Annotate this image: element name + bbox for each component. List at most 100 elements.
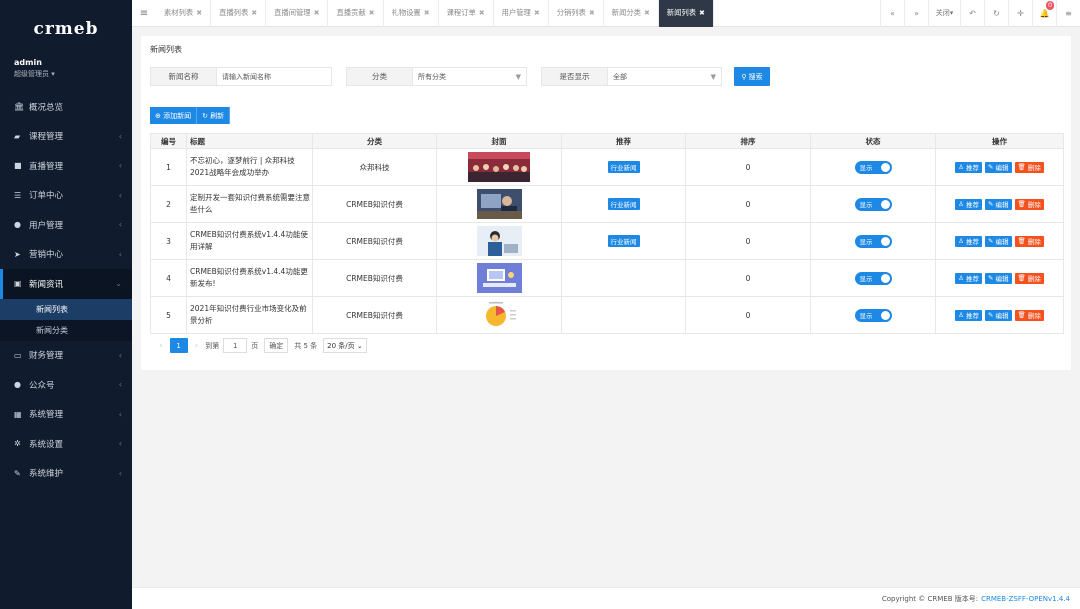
recommend-button[interactable]: ♙ 推荐 [955, 236, 982, 247]
menu-icon[interactable]: ≡ [1056, 0, 1080, 27]
edit-button[interactable]: ✎ 编辑 [985, 236, 1012, 247]
tab-label: 用户管理 [502, 8, 531, 18]
cover-image[interactable] [477, 226, 522, 256]
tab-material-list[interactable]: 素材列表✖ [156, 0, 211, 27]
chevron-left-icon: ‹ [119, 410, 122, 419]
prev-page-icon[interactable]: ‹ [159, 341, 163, 351]
sidebar-item-news[interactable]: ▣新闻资讯⌄ [0, 269, 132, 299]
cover-image[interactable] [477, 189, 522, 219]
scroll-right-icon[interactable]: » [904, 0, 928, 27]
sidebar-item-marketing[interactable]: ➤营销中心‹ [0, 240, 132, 270]
tab-live-list[interactable]: 直播列表✖ [211, 0, 266, 27]
thumb-icon: ♙ [958, 274, 966, 282]
recommend-button[interactable]: ♙ 推荐 [955, 273, 982, 284]
sidebar-item-orders[interactable]: ☰订单中心‹ [0, 181, 132, 211]
tab-news-list[interactable]: 新闻列表✖ [659, 0, 714, 27]
next-page-icon[interactable]: › [195, 341, 199, 351]
edit-button[interactable]: ✎ 编辑 [985, 162, 1012, 173]
sidebar-subitem-news-category[interactable]: 新闻分类 [0, 320, 132, 341]
sidebar-item-system[interactable]: ▦系统管理‹ [0, 400, 132, 430]
page-current[interactable]: 1 [170, 338, 188, 353]
tab-distribution-list[interactable]: 分销列表✖ [549, 0, 604, 27]
sidebar-subitem-news-list[interactable]: 新闻列表 [0, 299, 132, 320]
cell-sort: 0 [686, 297, 811, 334]
status-toggle[interactable]: 显示 [855, 198, 892, 211]
tab-live-contribution[interactable]: 直播贡献✖ [328, 0, 383, 27]
cover-image[interactable] [477, 300, 522, 330]
sidebar-item-settings[interactable]: ✲系统设置‹ [0, 429, 132, 459]
table-row: 5 2021年知识付费行业市场变化及前景分析 CRMEB知识付费 [151, 297, 1064, 334]
refresh-button[interactable]: ↻ 刷新 [197, 107, 230, 124]
edit-button[interactable]: ✎ 编辑 [985, 310, 1012, 321]
sidebar-item-course[interactable]: ▰课程管理‹ [0, 122, 132, 152]
delete-button[interactable]: 🗑 删除 [1015, 162, 1044, 173]
close-icon[interactable]: ✖ [424, 9, 430, 17]
close-icon[interactable]: ✖ [369, 9, 375, 17]
tab-user-management[interactable]: 用户管理✖ [494, 0, 549, 27]
cover-image[interactable] [477, 263, 522, 293]
close-icon[interactable]: ✖ [251, 9, 257, 17]
status-toggle[interactable]: 显示 [855, 272, 892, 285]
cell-title: 定制开发一套知识付费系统需要注意些什么 [187, 186, 313, 223]
edit-button[interactable]: ✎ 编辑 [985, 273, 1012, 284]
sidebar-item-label: 公众号 [29, 379, 119, 391]
page-confirm-button[interactable]: 确定 [264, 338, 288, 353]
sidebar-item-label: 用户管理 [29, 219, 119, 231]
cell-recommend [562, 260, 686, 297]
search-button[interactable]: ⚲ 搜索 [734, 67, 770, 86]
tab-label: 素材列表 [164, 8, 193, 18]
close-icon[interactable]: ✖ [196, 9, 202, 17]
fullscreen-icon[interactable]: ✛ [1008, 0, 1032, 27]
sidebar-item-overview[interactable]: 🏛概况总览 [0, 92, 132, 122]
close-icon[interactable]: ✖ [534, 9, 540, 17]
sidebar-item-maintenance[interactable]: ✎系统维护‹ [0, 459, 132, 489]
delete-button[interactable]: 🗑 删除 [1015, 236, 1044, 247]
close-icon[interactable]: ✖ [479, 9, 485, 17]
close-tabs-dropdown[interactable]: 关闭▾ [928, 0, 960, 27]
close-icon[interactable]: ✖ [589, 9, 595, 17]
sidebar-item-users[interactable]: ●用户管理‹ [0, 210, 132, 240]
close-icon[interactable]: ✖ [699, 9, 705, 17]
chevron-down-icon: ⌄ [357, 342, 363, 350]
show-select[interactable]: 全部▼ [608, 68, 721, 85]
version-link[interactable]: CRMEB-ZSFF-OPENv1.4.4 [981, 595, 1070, 603]
user-role[interactable]: 超级管理员 ▾ [14, 69, 118, 79]
close-icon[interactable]: ✖ [314, 9, 320, 17]
recommend-button[interactable]: ♙ 推荐 [955, 199, 982, 210]
recommend-button[interactable]: ♙ 推荐 [955, 162, 982, 173]
cell-title: 不忘初心，逐梦前行 | 众邦科技2021战略年会成功举办 [187, 149, 313, 186]
name-input[interactable]: 请输入新闻名称 [217, 68, 331, 85]
page-size-select[interactable]: 20 条/页 ⌄ [323, 338, 367, 353]
recommend-tag: 行业新闻 [608, 235, 640, 247]
edit-button[interactable]: ✎ 编辑 [985, 199, 1012, 210]
back-icon[interactable]: ↶ [960, 0, 984, 27]
refresh-icon[interactable]: ↻ [984, 0, 1008, 27]
notification-bell-icon[interactable]: 🔔0 [1032, 0, 1056, 27]
scroll-left-icon[interactable]: « [880, 0, 904, 27]
status-toggle[interactable]: 显示 [855, 309, 892, 322]
status-toggle[interactable]: 显示 [855, 161, 892, 174]
tab-news-category[interactable]: 新闻分类✖ [604, 0, 659, 27]
status-toggle[interactable]: 显示 [855, 235, 892, 248]
sidebar-item-live[interactable]: ■直播管理‹ [0, 151, 132, 181]
pencil-icon: ✎ [988, 274, 996, 282]
page-input[interactable]: 1 [223, 338, 247, 353]
tab-live-room[interactable]: 直播间管理✖ [266, 0, 328, 27]
sidebar-item-finance[interactable]: ▭财务管理‹ [0, 341, 132, 371]
menu-toggle-icon[interactable]: ≡ [132, 8, 156, 19]
close-icon[interactable]: ✖ [644, 9, 650, 17]
sidebar-item-wechat[interactable]: ●公众号‹ [0, 370, 132, 400]
delete-button[interactable]: 🗑 删除 [1015, 310, 1044, 321]
cover-image[interactable] [468, 152, 530, 182]
add-news-button[interactable]: ⊕ 添加新闻 [150, 107, 197, 124]
recommend-button[interactable]: ♙ 推荐 [955, 310, 982, 321]
tab-gift-settings[interactable]: 礼物设置✖ [384, 0, 439, 27]
tab-course-orders[interactable]: 课程订单✖ [439, 0, 494, 27]
delete-button[interactable]: 🗑 删除 [1015, 199, 1044, 210]
cell-status: 显示 [811, 260, 936, 297]
user-info[interactable]: admin 超级管理员 ▾ [0, 44, 132, 92]
delete-button[interactable]: 🗑 删除 [1015, 273, 1044, 284]
wrench-icon: ✎ [14, 469, 25, 478]
sidebar-item-label: 课程管理 [29, 130, 119, 142]
category-select[interactable]: 所有分类▼ [413, 68, 526, 85]
